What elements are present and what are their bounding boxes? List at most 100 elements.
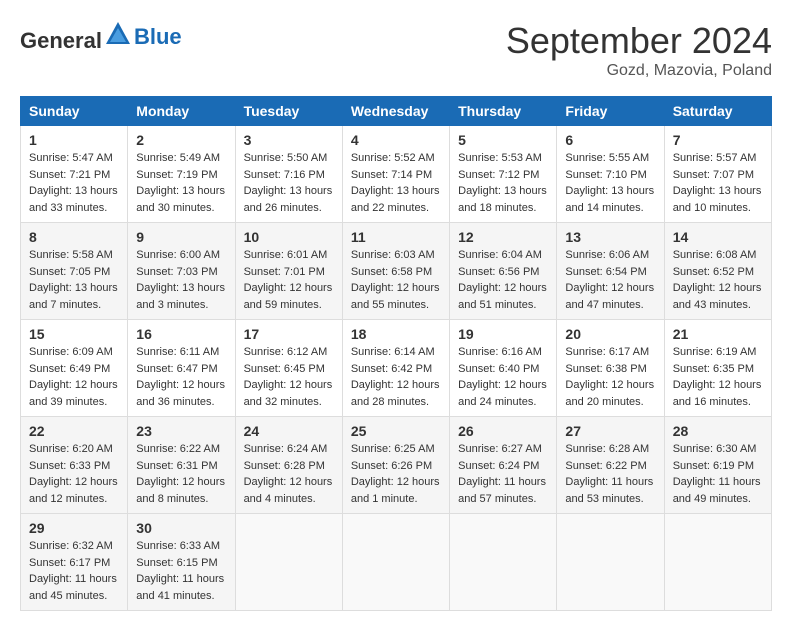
day-cell: 21 Sunrise: 6:19 AMSunset: 6:35 PMDaylig… [664, 320, 771, 417]
day-number: 16 [136, 326, 226, 342]
header: General Blue September 2024 Gozd, Mazovi… [20, 20, 772, 80]
day-number: 27 [565, 423, 655, 439]
day-cell: 4 Sunrise: 5:52 AMSunset: 7:14 PMDayligh… [342, 126, 449, 223]
day-info: Sunrise: 6:19 AMSunset: 6:35 PMDaylight:… [673, 346, 762, 408]
day-info: Sunrise: 6:28 AMSunset: 6:22 PMDaylight:… [565, 443, 653, 505]
day-info: Sunrise: 5:47 AMSunset: 7:21 PMDaylight:… [29, 152, 118, 214]
day-number: 9 [136, 229, 226, 245]
day-cell: 20 Sunrise: 6:17 AMSunset: 6:38 PMDaylig… [557, 320, 664, 417]
calendar-table: SundayMondayTuesdayWednesdayThursdayFrid… [20, 96, 772, 611]
day-info: Sunrise: 5:50 AMSunset: 7:16 PMDaylight:… [244, 152, 333, 214]
day-info: Sunrise: 6:14 AMSunset: 6:42 PMDaylight:… [351, 346, 440, 408]
weekday-header-saturday: Saturday [664, 97, 771, 126]
day-number: 28 [673, 423, 763, 439]
weekday-header-tuesday: Tuesday [235, 97, 342, 126]
weekday-header-row: SundayMondayTuesdayWednesdayThursdayFrid… [21, 97, 772, 126]
day-cell: 6 Sunrise: 5:55 AMSunset: 7:10 PMDayligh… [557, 126, 664, 223]
day-number: 23 [136, 423, 226, 439]
day-number: 3 [244, 132, 334, 148]
day-cell [664, 514, 771, 611]
logo-icon [104, 20, 132, 48]
day-number: 30 [136, 520, 226, 536]
day-number: 8 [29, 229, 119, 245]
day-cell [235, 514, 342, 611]
day-cell: 5 Sunrise: 5:53 AMSunset: 7:12 PMDayligh… [450, 126, 557, 223]
day-cell: 16 Sunrise: 6:11 AMSunset: 6:47 PMDaylig… [128, 320, 235, 417]
day-cell: 19 Sunrise: 6:16 AMSunset: 6:40 PMDaylig… [450, 320, 557, 417]
day-number: 21 [673, 326, 763, 342]
day-cell: 10 Sunrise: 6:01 AMSunset: 7:01 PMDaylig… [235, 223, 342, 320]
day-number: 2 [136, 132, 226, 148]
day-info: Sunrise: 5:57 AMSunset: 7:07 PMDaylight:… [673, 152, 762, 214]
day-cell: 8 Sunrise: 5:58 AMSunset: 7:05 PMDayligh… [21, 223, 128, 320]
day-info: Sunrise: 6:24 AMSunset: 6:28 PMDaylight:… [244, 443, 333, 505]
day-number: 17 [244, 326, 334, 342]
day-cell: 15 Sunrise: 6:09 AMSunset: 6:49 PMDaylig… [21, 320, 128, 417]
day-cell [342, 514, 449, 611]
day-cell: 9 Sunrise: 6:00 AMSunset: 7:03 PMDayligh… [128, 223, 235, 320]
day-cell: 7 Sunrise: 5:57 AMSunset: 7:07 PMDayligh… [664, 126, 771, 223]
day-cell: 24 Sunrise: 6:24 AMSunset: 6:28 PMDaylig… [235, 417, 342, 514]
day-info: Sunrise: 6:08 AMSunset: 6:52 PMDaylight:… [673, 249, 762, 311]
weekday-header-monday: Monday [128, 97, 235, 126]
day-info: Sunrise: 5:58 AMSunset: 7:05 PMDaylight:… [29, 249, 118, 311]
day-info: Sunrise: 6:17 AMSunset: 6:38 PMDaylight:… [565, 346, 654, 408]
day-cell [557, 514, 664, 611]
day-number: 19 [458, 326, 548, 342]
week-row-3: 15 Sunrise: 6:09 AMSunset: 6:49 PMDaylig… [21, 320, 772, 417]
day-number: 12 [458, 229, 548, 245]
day-number: 26 [458, 423, 548, 439]
day-info: Sunrise: 6:09 AMSunset: 6:49 PMDaylight:… [29, 346, 118, 408]
weekday-header-friday: Friday [557, 97, 664, 126]
day-cell: 28 Sunrise: 6:30 AMSunset: 6:19 PMDaylig… [664, 417, 771, 514]
day-info: Sunrise: 6:01 AMSunset: 7:01 PMDaylight:… [244, 249, 333, 311]
day-cell: 18 Sunrise: 6:14 AMSunset: 6:42 PMDaylig… [342, 320, 449, 417]
logo-general-text: General [20, 20, 132, 54]
day-number: 15 [29, 326, 119, 342]
day-number: 24 [244, 423, 334, 439]
day-info: Sunrise: 6:30 AMSunset: 6:19 PMDaylight:… [673, 443, 761, 505]
day-number: 7 [673, 132, 763, 148]
weekday-header-wednesday: Wednesday [342, 97, 449, 126]
day-number: 29 [29, 520, 119, 536]
weekday-header-thursday: Thursday [450, 97, 557, 126]
day-cell: 27 Sunrise: 6:28 AMSunset: 6:22 PMDaylig… [557, 417, 664, 514]
day-number: 18 [351, 326, 441, 342]
day-info: Sunrise: 6:32 AMSunset: 6:17 PMDaylight:… [29, 540, 117, 602]
week-row-4: 22 Sunrise: 6:20 AMSunset: 6:33 PMDaylig… [21, 417, 772, 514]
weekday-header-sunday: Sunday [21, 97, 128, 126]
day-info: Sunrise: 6:22 AMSunset: 6:31 PMDaylight:… [136, 443, 225, 505]
day-info: Sunrise: 6:00 AMSunset: 7:03 PMDaylight:… [136, 249, 225, 311]
day-info: Sunrise: 6:25 AMSunset: 6:26 PMDaylight:… [351, 443, 440, 505]
day-info: Sunrise: 6:16 AMSunset: 6:40 PMDaylight:… [458, 346, 547, 408]
day-info: Sunrise: 6:12 AMSunset: 6:45 PMDaylight:… [244, 346, 333, 408]
calendar-title: September 2024 [506, 20, 772, 62]
day-number: 1 [29, 132, 119, 148]
week-row-2: 8 Sunrise: 5:58 AMSunset: 7:05 PMDayligh… [21, 223, 772, 320]
logo-blue-text: Blue [134, 24, 182, 50]
day-info: Sunrise: 5:52 AMSunset: 7:14 PMDaylight:… [351, 152, 440, 214]
day-number: 4 [351, 132, 441, 148]
day-number: 11 [351, 229, 441, 245]
day-cell: 11 Sunrise: 6:03 AMSunset: 6:58 PMDaylig… [342, 223, 449, 320]
day-info: Sunrise: 6:11 AMSunset: 6:47 PMDaylight:… [136, 346, 225, 408]
day-cell: 30 Sunrise: 6:33 AMSunset: 6:15 PMDaylig… [128, 514, 235, 611]
day-info: Sunrise: 6:27 AMSunset: 6:24 PMDaylight:… [458, 443, 546, 505]
day-cell: 26 Sunrise: 6:27 AMSunset: 6:24 PMDaylig… [450, 417, 557, 514]
week-row-5: 29 Sunrise: 6:32 AMSunset: 6:17 PMDaylig… [21, 514, 772, 611]
day-number: 5 [458, 132, 548, 148]
day-number: 13 [565, 229, 655, 245]
day-cell: 25 Sunrise: 6:25 AMSunset: 6:26 PMDaylig… [342, 417, 449, 514]
day-info: Sunrise: 5:49 AMSunset: 7:19 PMDaylight:… [136, 152, 225, 214]
day-info: Sunrise: 6:33 AMSunset: 6:15 PMDaylight:… [136, 540, 224, 602]
day-info: Sunrise: 6:20 AMSunset: 6:33 PMDaylight:… [29, 443, 118, 505]
day-number: 25 [351, 423, 441, 439]
day-cell: 13 Sunrise: 6:06 AMSunset: 6:54 PMDaylig… [557, 223, 664, 320]
day-cell: 1 Sunrise: 5:47 AMSunset: 7:21 PMDayligh… [21, 126, 128, 223]
day-info: Sunrise: 5:55 AMSunset: 7:10 PMDaylight:… [565, 152, 654, 214]
day-cell: 22 Sunrise: 6:20 AMSunset: 6:33 PMDaylig… [21, 417, 128, 514]
day-number: 6 [565, 132, 655, 148]
day-cell: 12 Sunrise: 6:04 AMSunset: 6:56 PMDaylig… [450, 223, 557, 320]
day-cell: 2 Sunrise: 5:49 AMSunset: 7:19 PMDayligh… [128, 126, 235, 223]
day-info: Sunrise: 5:53 AMSunset: 7:12 PMDaylight:… [458, 152, 547, 214]
